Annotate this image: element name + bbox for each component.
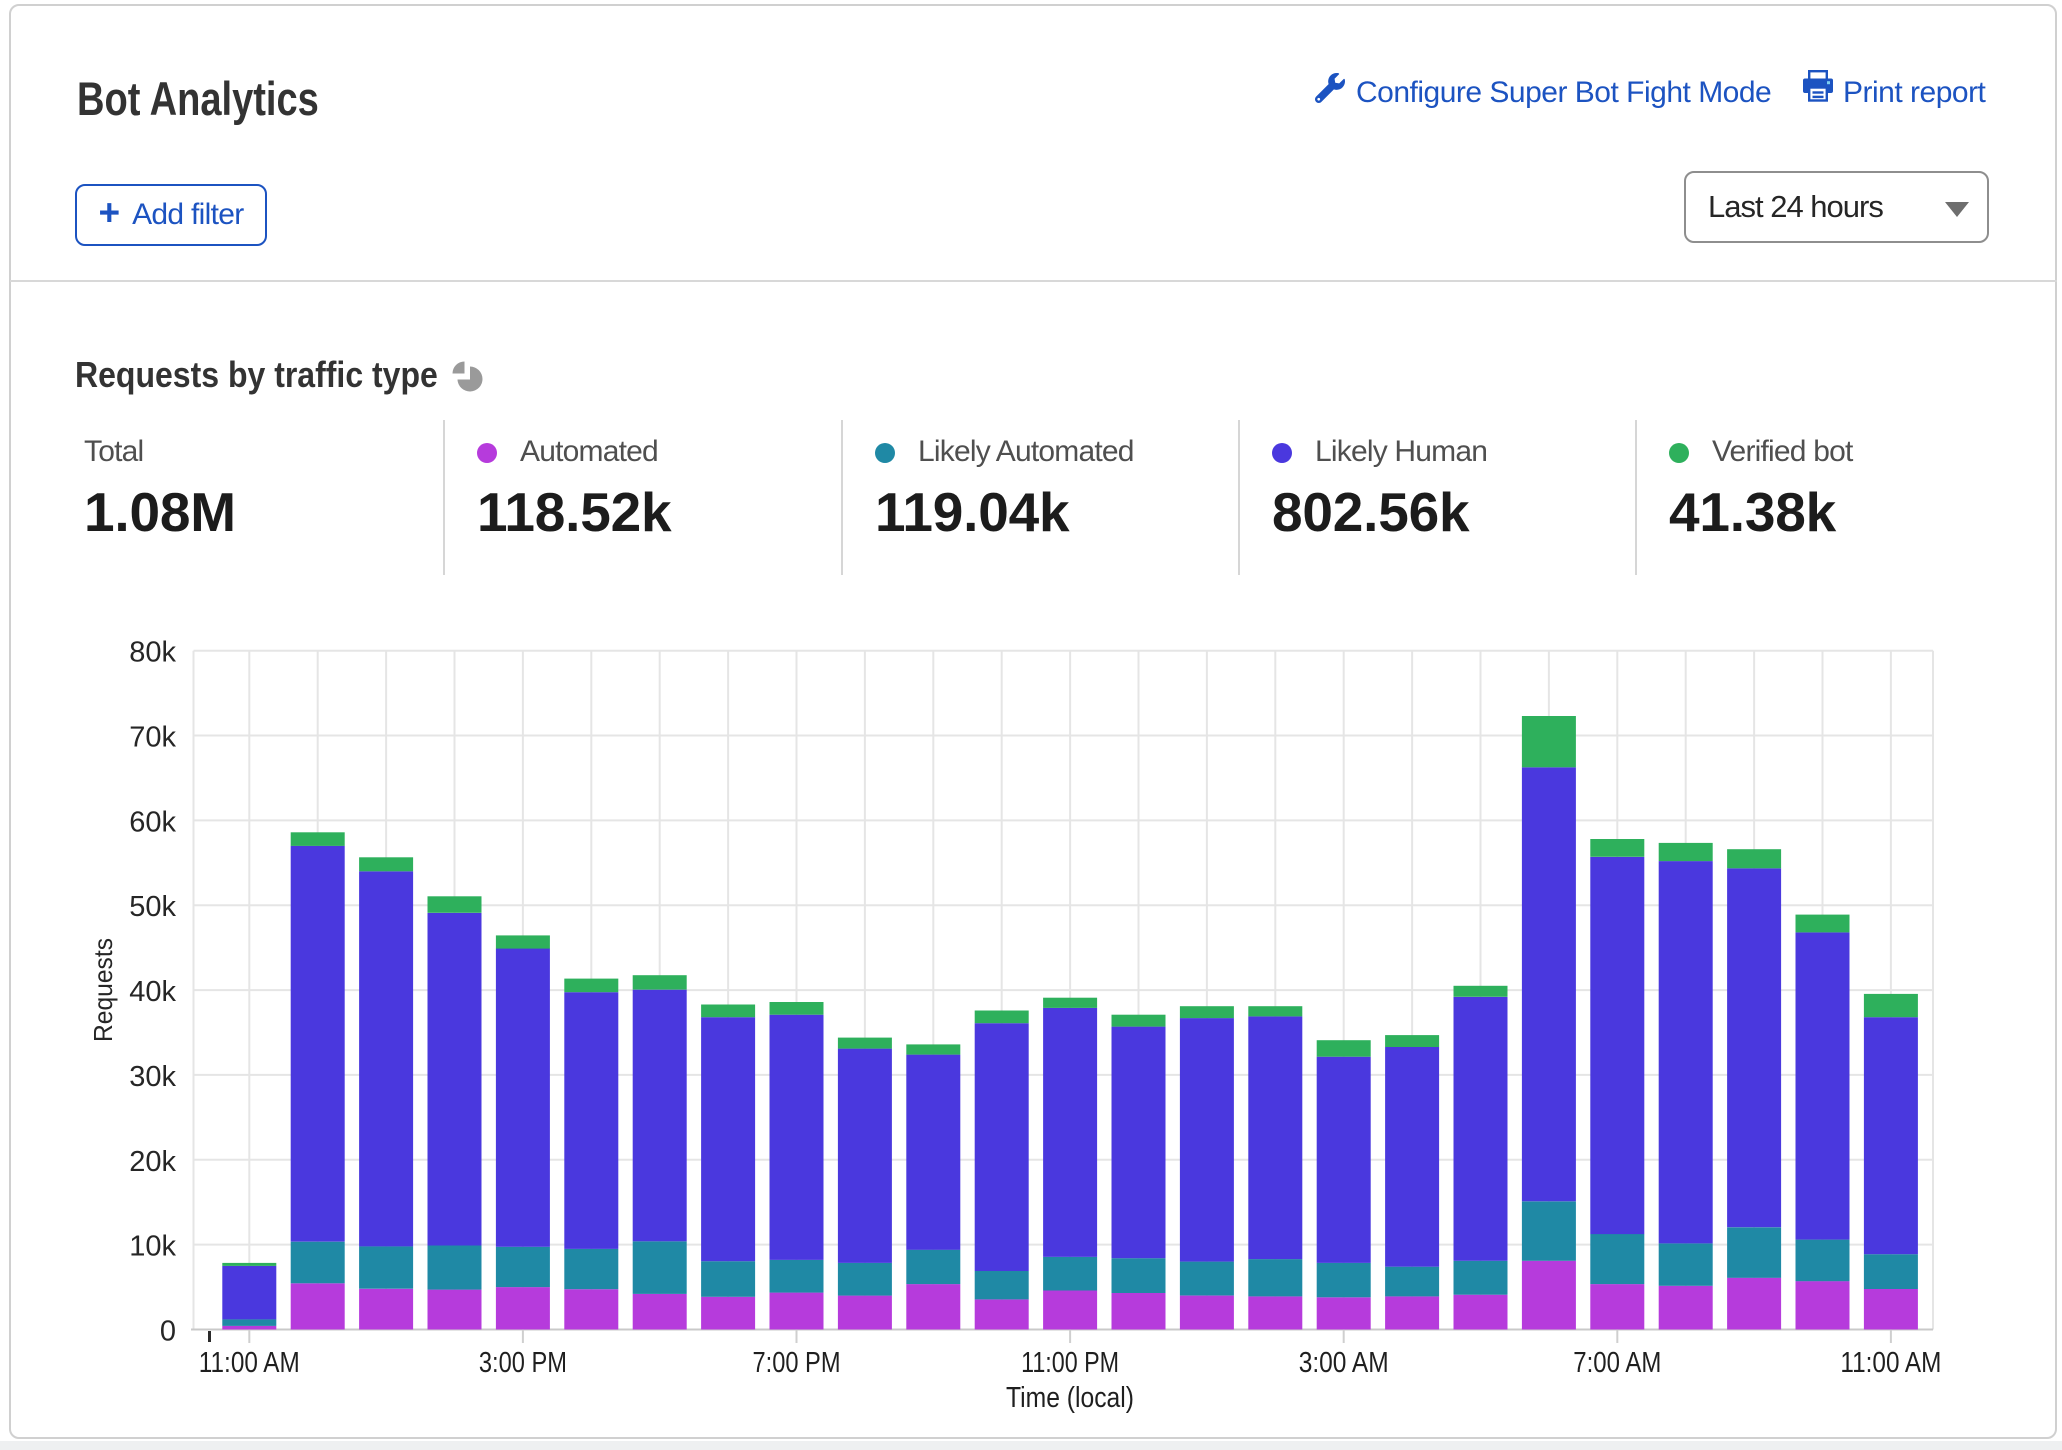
svg-text:50k: 50k [129,891,176,923]
svg-text:11:00 AM: 11:00 AM [1840,1347,1941,1379]
svg-text:20k: 20k [129,1146,176,1178]
svg-text:3:00 AM: 3:00 AM [1299,1347,1389,1379]
svg-text:Time (local): Time (local) [1006,1382,1134,1414]
svg-text:0: 0 [160,1316,176,1348]
svg-text:70k: 70k [129,722,176,754]
svg-text:3:00 PM: 3:00 PM [479,1347,567,1379]
svg-text:80k: 80k [129,637,176,669]
svg-text:60k: 60k [129,806,176,838]
svg-text:30k: 30k [129,1061,176,1093]
svg-text:Requests: Requests [88,938,118,1042]
svg-text:7:00 PM: 7:00 PM [753,1347,841,1379]
svg-text:11:00 PM: 11:00 PM [1021,1347,1119,1379]
svg-text:10k: 10k [129,1231,176,1263]
svg-text:40k: 40k [129,976,176,1008]
svg-text:11:00 AM: 11:00 AM [199,1347,300,1379]
svg-text:7:00 AM: 7:00 AM [1573,1347,1661,1379]
